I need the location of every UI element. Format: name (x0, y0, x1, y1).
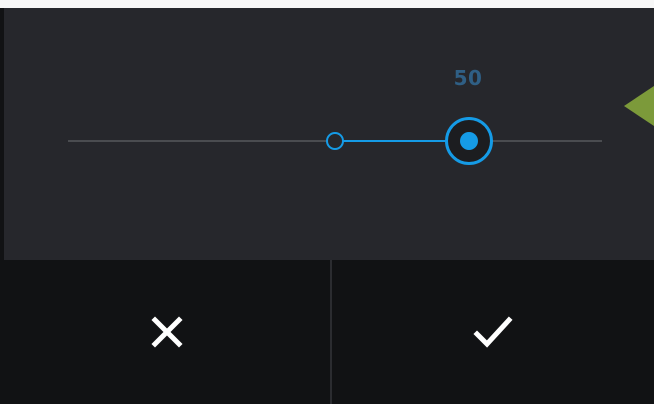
top-edge (0, 0, 654, 8)
slider-panel: 50 (4, 8, 654, 260)
range-slider[interactable] (68, 114, 602, 168)
close-icon (147, 312, 187, 352)
pointer-arrow-icon (624, 86, 654, 126)
check-icon (471, 312, 515, 352)
cancel-button[interactable] (4, 260, 330, 404)
slider-start-handle[interactable] (326, 132, 344, 150)
slider-end-handle-dot (459, 132, 478, 150)
slider-value-label: 50 (453, 66, 483, 90)
confirm-button[interactable] (332, 260, 654, 404)
action-bar (4, 260, 654, 404)
slider-dialog: 50 (0, 0, 654, 404)
slider-end-handle[interactable] (444, 117, 493, 165)
